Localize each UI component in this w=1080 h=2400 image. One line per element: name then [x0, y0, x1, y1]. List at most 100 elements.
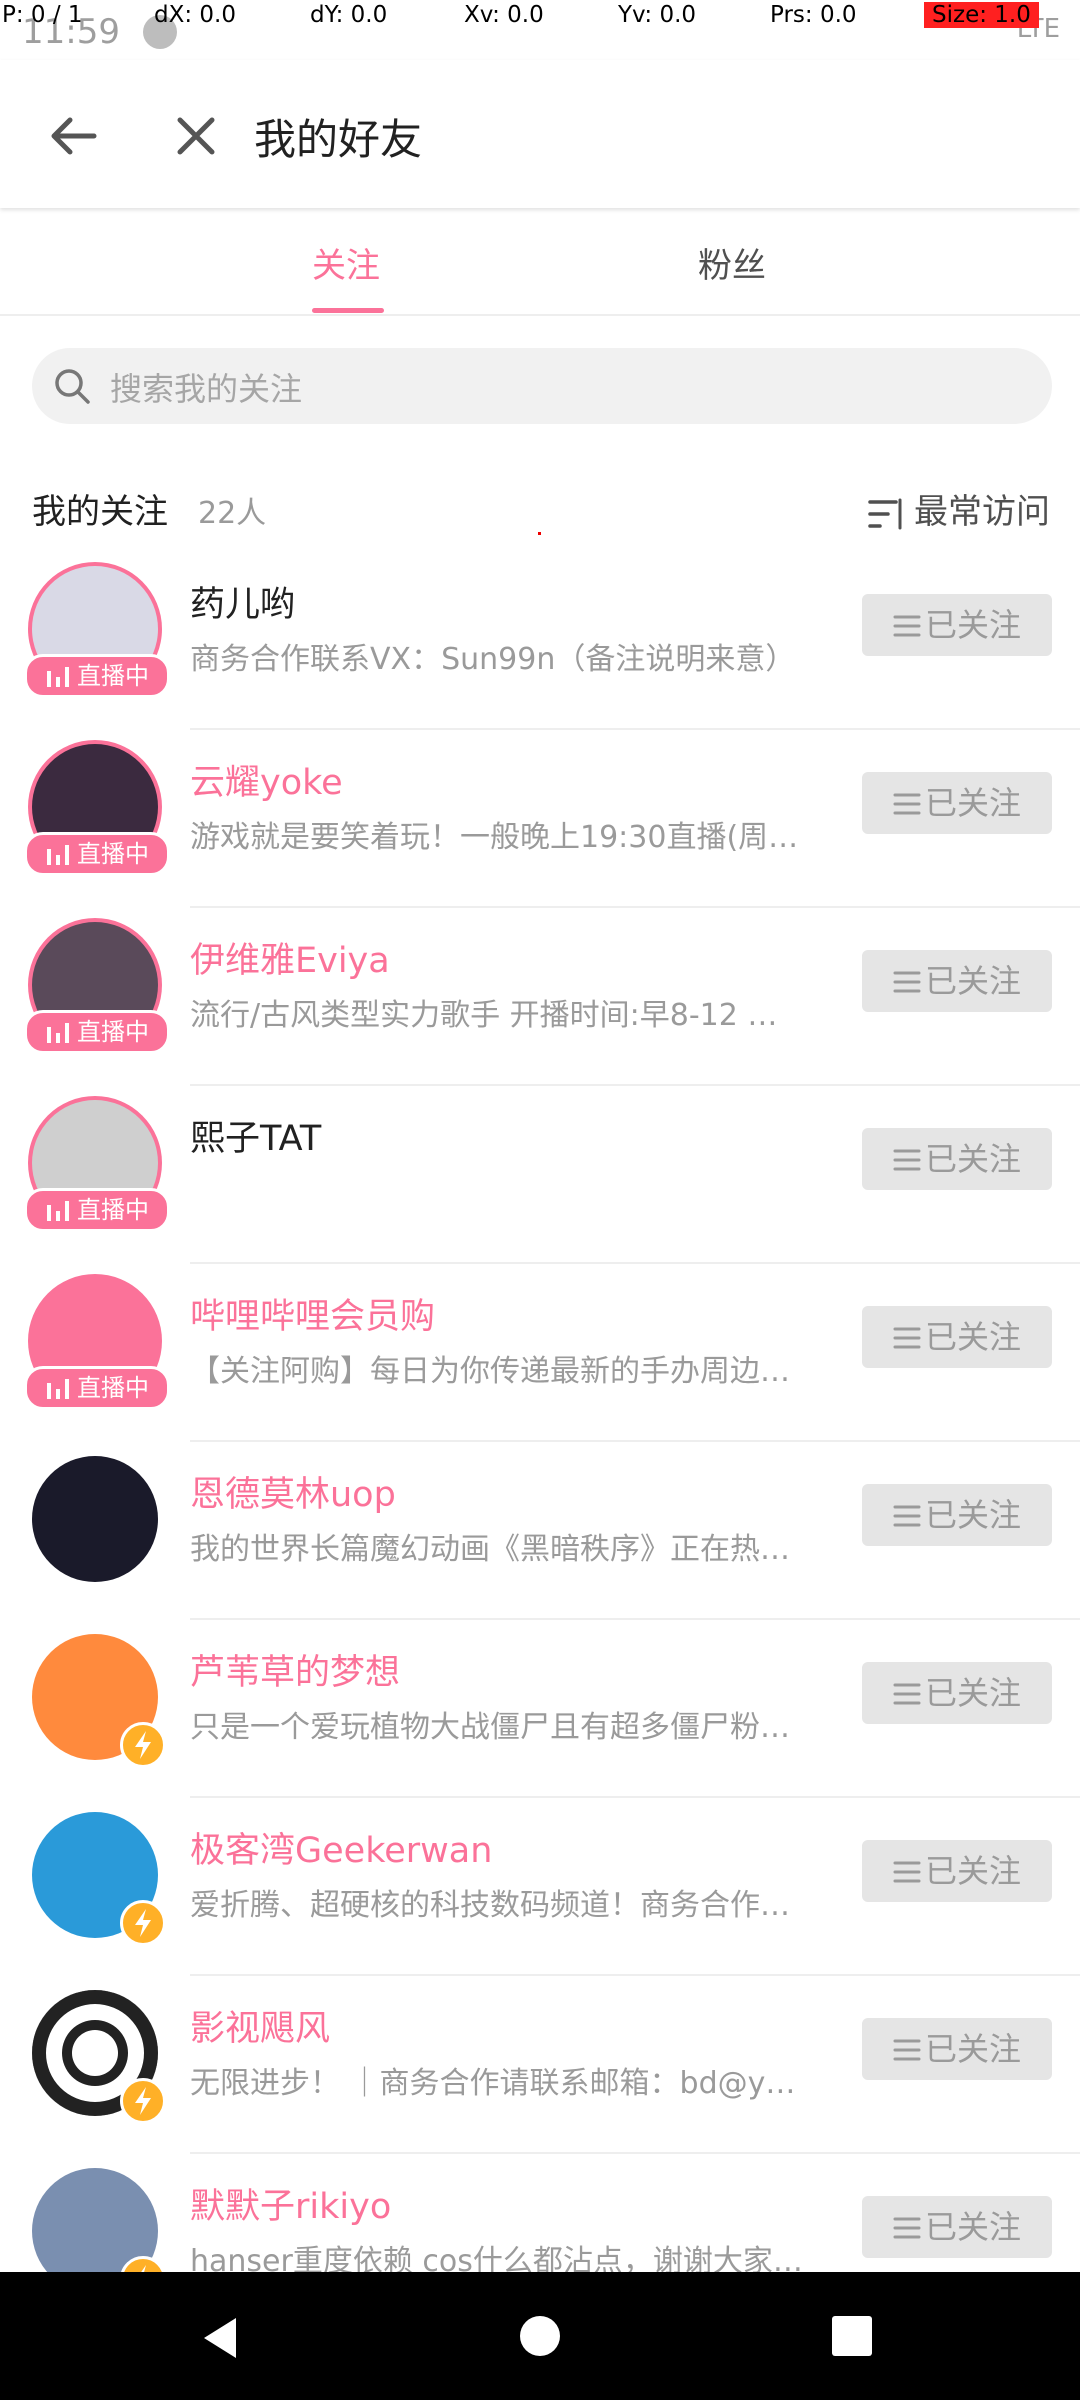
search-field[interactable]: 搜索我的关注	[32, 348, 1052, 424]
list-item[interactable]: 直播中 伊维雅Eviya 流行/古风类型实力歌手 开播时间:早8-12 … 已关注	[0, 908, 1080, 1086]
followed-button[interactable]: 已关注	[862, 1128, 1052, 1190]
live-badge-label: 直播中	[77, 1018, 149, 1046]
followed-button[interactable]: 已关注	[862, 594, 1052, 656]
menu-icon	[893, 971, 921, 993]
system-nav-bar	[0, 2272, 1080, 2400]
lightning-badge-icon	[120, 2078, 166, 2124]
search-icon	[55, 369, 90, 404]
live-bars-icon	[47, 1379, 69, 1399]
user-description: 【关注阿购】每日为你传递最新的手办周边…	[190, 1354, 790, 1389]
followed-button[interactable]: 已关注	[862, 2196, 1052, 2258]
menu-icon	[893, 2039, 921, 2061]
followed-button-label: 已关注	[924, 2030, 1021, 2068]
followed-button-label: 已关注	[924, 784, 1021, 822]
live-badge: 直播中	[24, 1010, 170, 1054]
followed-button[interactable]: 已关注	[862, 1484, 1052, 1546]
page-title: 我的好友	[254, 115, 423, 164]
list-item[interactable]: 恩德莫林uop 我的世界长篇魔幻动画《黑暗秩序》正在热… 已关注	[0, 1442, 1080, 1620]
menu-icon	[893, 2217, 921, 2239]
user-description: 游戏就是要笑着玩！一般晚上19:30直播(周…	[190, 820, 799, 855]
sort-button[interactable]: 最常访问	[866, 484, 1050, 533]
followed-button-label: 已关注	[924, 2208, 1021, 2246]
sort-label: 最常访问	[914, 492, 1050, 532]
nav-home-icon[interactable]	[520, 2316, 560, 2356]
following-section-title: 我的关注	[32, 492, 168, 532]
user-name[interactable]: 哔哩哔哩会员购	[190, 1288, 435, 1339]
live-bars-icon	[47, 667, 69, 687]
menu-icon	[893, 1683, 921, 1705]
debug-yv: Yv: 0.0	[618, 2, 697, 28]
nav-back-icon[interactable]	[198, 2314, 246, 2362]
tab-following[interactable]: 关注	[312, 238, 380, 287]
followed-button-label: 已关注	[924, 606, 1021, 644]
live-badge: 直播中	[24, 1366, 170, 1410]
user-name[interactable]: 影视飓风	[190, 2000, 330, 2051]
menu-icon	[893, 1861, 921, 1883]
user-name[interactable]: 药儿哟	[190, 576, 295, 627]
followed-button[interactable]: 已关注	[862, 1306, 1052, 1368]
debug-dx: dX: 0.0	[154, 2, 236, 28]
user-description: 商务合作联系VX：Sun99n（备注说明来意）	[190, 642, 796, 677]
app-toolbar: 我的好友	[0, 60, 1080, 208]
live-bars-icon	[47, 1023, 69, 1043]
user-description: 我的世界长篇魔幻动画《黑暗秩序》正在热…	[190, 1532, 790, 1567]
live-bars-icon	[47, 845, 69, 865]
live-badge-label: 直播中	[77, 662, 149, 690]
debug-pointer-count: P: 0 / 1	[2, 2, 83, 28]
user-name[interactable]: 默默子rikiyo	[190, 2178, 391, 2229]
close-icon[interactable]	[166, 106, 226, 166]
back-arrow-icon[interactable]	[44, 106, 104, 166]
user-description: 爱折腾、超硬核的科技数码频道！商务合作…	[190, 1888, 790, 1923]
list-item[interactable]: 直播中 哔哩哔哩会员购【关注阿购】每日为你传递最新的手办周边… 已关注	[0, 1264, 1080, 1442]
user-name[interactable]: 云耀yoke	[190, 754, 343, 805]
user-name[interactable]: 熙子TAT	[190, 1110, 321, 1161]
followed-button[interactable]: 已关注	[862, 1840, 1052, 1902]
list-item[interactable]: 极客湾Geekerwan 爱折腾、超硬核的科技数码频道！商务合作… 已关注	[0, 1798, 1080, 1976]
debug-xv: Xv: 0.0	[464, 2, 544, 28]
debug-dy: dY: 0.0	[310, 2, 388, 28]
following-count: 22人	[198, 496, 267, 531]
lightning-badge-icon	[120, 1900, 166, 1946]
live-bars-icon	[47, 1201, 69, 1221]
avatar[interactable]	[32, 1456, 158, 1582]
followed-button[interactable]: 已关注	[862, 950, 1052, 1012]
list-item[interactable]: 直播中 云耀yoke 游戏就是要笑着玩！一般晚上19:30直播(周… 已关注	[0, 730, 1080, 908]
followed-button[interactable]: 已关注	[862, 2018, 1052, 2080]
user-name[interactable]: 伊维雅Eviya	[190, 932, 390, 983]
followed-button-label: 已关注	[924, 1140, 1021, 1178]
sort-icon	[868, 498, 902, 529]
touch-marker	[538, 532, 541, 535]
followed-button-label: 已关注	[924, 1318, 1021, 1356]
menu-icon	[893, 1505, 921, 1527]
following-list: 直播中 药儿哟 商务合作联系VX：Sun99n（备注说明来意） 已关注 直播中 云耀yok…	[0, 552, 1080, 2332]
menu-icon	[893, 1327, 921, 1349]
search-placeholder: 搜索我的关注	[110, 370, 303, 408]
user-name[interactable]: 恩德莫林uop	[190, 1466, 396, 1517]
list-item[interactable]: 直播中 药儿哟商务合作联系VX：Sun99n（备注说明来意） 已关注	[0, 552, 1080, 730]
live-badge: 直播中	[24, 832, 170, 876]
tab-bar: 关注 粉丝	[0, 210, 1080, 316]
list-item[interactable]: 直播中 熙子TAT 已关注	[0, 1086, 1080, 1264]
debug-size: Size: 1.0	[924, 2, 1039, 28]
user-name[interactable]: 极客湾Geekerwan	[190, 1822, 492, 1873]
live-badge-label: 直播中	[77, 1196, 149, 1224]
pointer-debug-overlay: P: 0 / 1 dX: 0.0 dY: 0.0 Xv: 0.0 Yv: 0.0…	[0, 0, 1080, 36]
followed-button[interactable]: 已关注	[862, 772, 1052, 834]
live-badge: 直播中	[24, 1188, 170, 1232]
tab-fans[interactable]: 粉丝	[698, 238, 766, 287]
live-badge: 直播中	[24, 654, 170, 698]
user-description: 无限进步！ ｜商务合作请联系邮箱：bd@ys…	[190, 2066, 810, 2101]
tab-active-indicator	[312, 308, 384, 313]
nav-recents-icon[interactable]	[832, 2316, 872, 2356]
live-badge-label: 直播中	[77, 840, 149, 868]
menu-icon	[893, 615, 921, 637]
followed-button-label: 已关注	[924, 1852, 1021, 1890]
user-name[interactable]: 芦苇草的梦想	[190, 1644, 400, 1695]
list-item[interactable]: 芦苇草的梦想 只是一个爱玩植物大战僵尸且有超多僵尸粉… 已关注	[0, 1620, 1080, 1798]
menu-icon	[893, 793, 921, 815]
followed-button-label: 已关注	[924, 1674, 1021, 1712]
followed-button-label: 已关注	[924, 1496, 1021, 1534]
list-item[interactable]: 影视飓风无限进步！ ｜商务合作请联系邮箱：bd@ys… 已关注	[0, 1976, 1080, 2154]
followed-button[interactable]: 已关注	[862, 1662, 1052, 1724]
lightning-badge-icon	[120, 1722, 166, 1768]
